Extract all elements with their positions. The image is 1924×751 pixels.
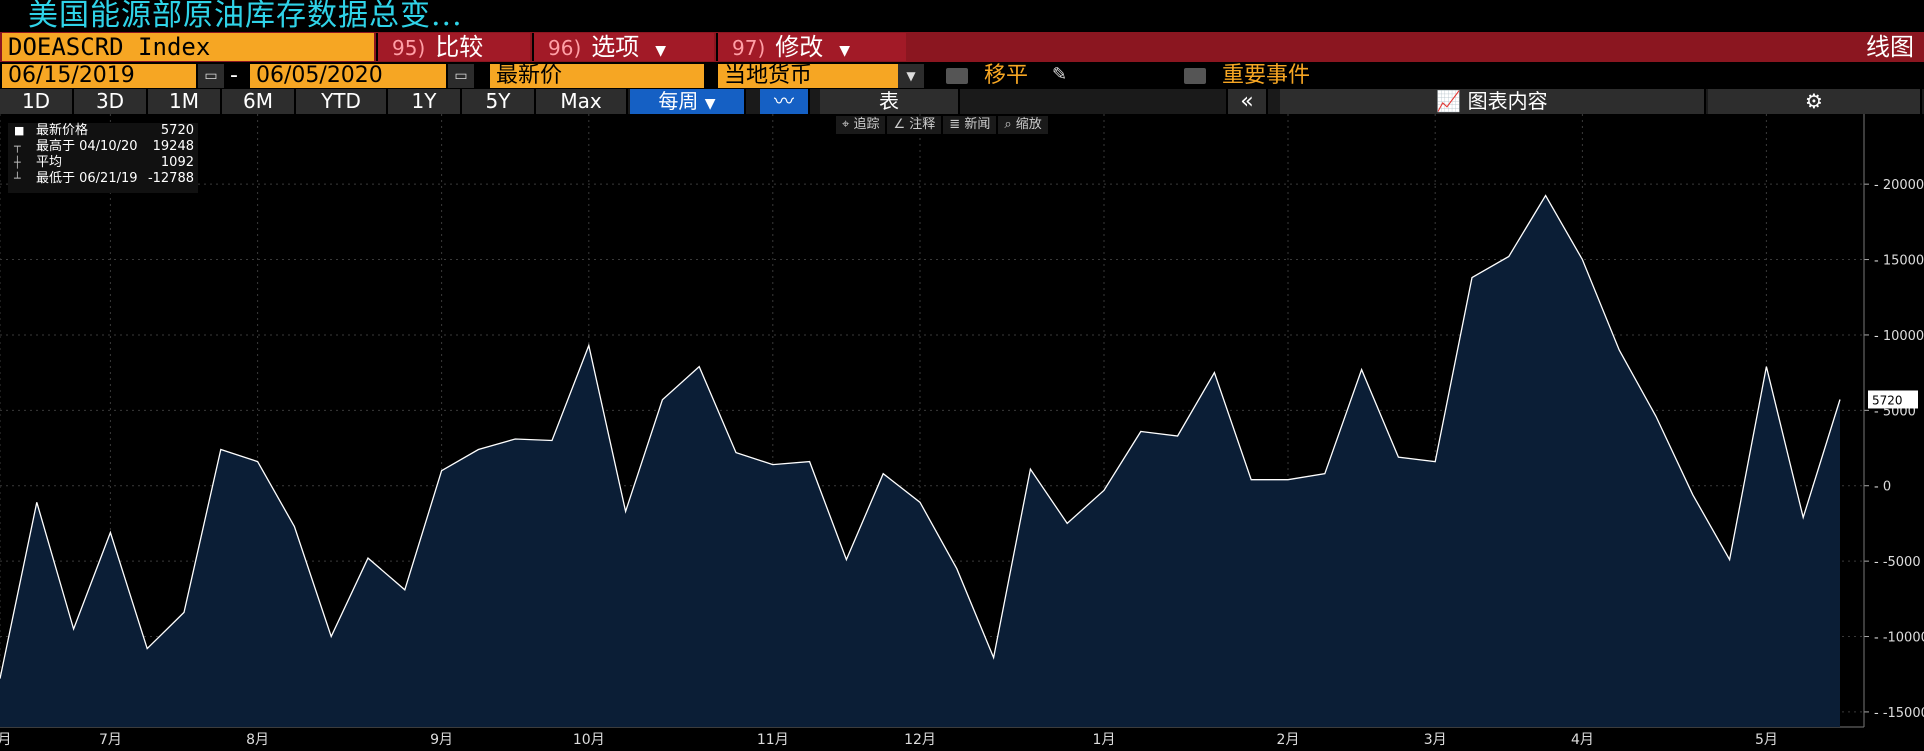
y-tick-label: - -15000 <box>1874 706 1924 721</box>
zoom-tool[interactable]: ⌕ 缩放 <box>998 116 1048 134</box>
news-tool[interactable]: ≣ 新闻 <box>943 116 997 134</box>
chevron-down-icon: ▼ <box>655 43 667 59</box>
toolbar-spacer <box>960 89 1228 114</box>
y-tick-label: - -5000 <box>1874 555 1921 570</box>
legend-last-value: 5720 <box>160 123 194 138</box>
legend-avg[interactable]: ┼ 平均 1092 <box>8 155 198 171</box>
legend-last[interactable]: ■ 最新价格 5720 <box>8 123 198 139</box>
last-value-label: 5720 <box>1872 393 1903 407</box>
table-button[interactable]: 表 <box>820 89 960 114</box>
legend-low-label: 最低于 06/21/19 <box>36 171 138 186</box>
line-chart-icon[interactable]: 〰 <box>760 89 810 114</box>
legend-high-value: 19248 <box>152 139 194 154</box>
chart-type-label[interactable]: 线图 <box>1866 33 1914 61</box>
legend-avg-label: 平均 <box>36 155 63 170</box>
chart-icon: 📈 <box>1436 89 1462 113</box>
chart-content-button[interactable]: 📈 图表内容 <box>1280 89 1706 114</box>
low-marker-icon: ┴ <box>14 172 21 185</box>
end-date-field[interactable]: 06/05/2020 <box>250 64 446 88</box>
chart-area-fill <box>0 195 1840 727</box>
x-tick-label: 3月 <box>1424 732 1447 748</box>
chevron-down-icon: ▼ <box>704 96 716 112</box>
period-ytd[interactable]: YTD <box>296 89 388 114</box>
key-events-checkbox[interactable] <box>1184 68 1206 84</box>
period-6m[interactable]: 6M <box>222 89 296 114</box>
start-date-field[interactable]: 06/15/2019 <box>2 64 196 88</box>
x-tick-label: 11月 <box>757 732 789 748</box>
ticker-field[interactable]: DOEASCRD Index <box>2 33 374 61</box>
chevron-down-icon[interactable]: ▼ <box>898 64 924 88</box>
period-1y[interactable]: 1Y <box>388 89 462 114</box>
x-tick-label: 5月 <box>1755 732 1778 748</box>
square-icon: ■ <box>14 124 25 137</box>
key-events-label: 重要事件 <box>1222 63 1311 88</box>
chart-legend: ■ 最新价格 5720 ┬ 最高于 04/10/20 19248 ┼ 平均 10… <box>8 123 198 193</box>
legend-low-value: -12788 <box>147 171 194 186</box>
x-tick-label: 10月 <box>573 732 605 748</box>
frequency-dropdown[interactable]: 每周 ▼ <box>630 89 746 114</box>
legend-low[interactable]: ┴ 最低于 06/21/19 -12788 <box>8 171 198 187</box>
x-tick-label: 6月 <box>0 732 11 748</box>
period-5y[interactable]: 5Y <box>462 89 536 114</box>
modify-button[interactable]: 97) 修改 ▼ <box>716 33 906 61</box>
currency-select[interactable]: 当地货币 <box>718 64 898 88</box>
collapse-icon[interactable]: « <box>1228 89 1268 114</box>
moving-average-checkbox[interactable] <box>946 68 968 84</box>
compare-label: 比较 <box>435 33 484 61</box>
period-3d[interactable]: 3D <box>74 89 148 114</box>
track-tool[interactable]: ⌖ 追踪 <box>836 116 886 134</box>
options-number: 96) <box>548 36 582 60</box>
annotation-toolbar: ⌖ 追踪 ∠ 注释 ≣ 新闻 ⌕ 缩放 <box>836 116 1050 134</box>
y-tick-label: - 15000 <box>1874 254 1924 269</box>
average-marker-icon: ┼ <box>14 156 21 169</box>
period-1m[interactable]: 1M <box>148 89 222 114</box>
gear-icon[interactable]: ⚙ <box>1708 89 1922 114</box>
calendar-icon[interactable]: ▭ <box>448 64 474 88</box>
modify-label: 修改 <box>775 33 824 61</box>
x-tick-label: 12月 <box>904 732 936 748</box>
x-tick-label: 7月 <box>99 732 122 748</box>
compare-button[interactable]: 95) 比较 <box>376 33 530 61</box>
x-tick-label: 2月 <box>1277 732 1300 748</box>
chart-content-label: 图表内容 <box>1467 89 1548 113</box>
x-tick-label: 8月 <box>246 732 269 748</box>
y-tick-label: - 10000 <box>1874 329 1924 344</box>
legend-high-label: 最高于 04/10/20 <box>36 139 138 154</box>
y-tick-label: - 20000 <box>1874 178 1924 193</box>
moving-average-label: 移平 <box>984 63 1029 88</box>
legend-avg-value: 1092 <box>160 155 194 170</box>
modify-number: 97) <box>732 36 766 60</box>
x-tick-label: 9月 <box>430 732 453 748</box>
legend-high[interactable]: ┬ 最高于 04/10/20 19248 <box>8 139 198 155</box>
frequency-label: 每周 <box>658 89 699 113</box>
chevron-down-icon: ▼ <box>839 43 851 59</box>
legend-last-label: 最新价格 <box>36 123 89 138</box>
period-max[interactable]: Max <box>536 89 628 114</box>
options-button[interactable]: 96) 选项 ▼ <box>532 33 714 61</box>
pencil-icon[interactable]: ✎ <box>1052 64 1067 85</box>
options-label: 选项 <box>591 33 640 61</box>
date-separator: - <box>226 64 244 88</box>
x-tick-label: 4月 <box>1571 732 1594 748</box>
price-field-select[interactable]: 最新价 <box>490 64 704 88</box>
x-tick-label: 1月 <box>1093 732 1116 748</box>
y-tick-label: - -10000 <box>1874 631 1924 646</box>
window-title: 美国能源部原油库存数据总变... <box>28 0 463 33</box>
annotate-tool[interactable]: ∠ 注释 <box>887 116 942 134</box>
period-1d[interactable]: 1D <box>0 89 74 114</box>
line-chart[interactable]: - -15000- -10000- -5000- 0- 5000- 10000-… <box>0 114 1924 751</box>
high-marker-icon: ┬ <box>14 140 21 153</box>
y-tick-label: - 0 <box>1874 480 1891 495</box>
calendar-icon[interactable]: ▭ <box>198 64 224 88</box>
compare-number: 95) <box>392 36 426 60</box>
